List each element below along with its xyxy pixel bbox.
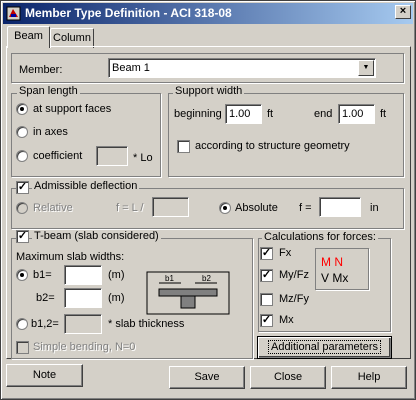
- mzfy-label: Mz/Fy: [279, 293, 309, 305]
- b12-label: b1,2=: [31, 318, 59, 330]
- close-window-button[interactable]: ×: [395, 5, 411, 19]
- member-select[interactable]: Beam 1 ▼: [108, 58, 376, 78]
- deflection-checkbox[interactable]: ✓: [16, 181, 29, 194]
- diagram-b1-label: b1: [165, 274, 174, 283]
- b1-input[interactable]: [64, 265, 102, 285]
- end-input[interactable]: 1.00: [338, 104, 375, 124]
- fx-label: Fx: [279, 247, 292, 259]
- radio-b1[interactable]: [16, 269, 28, 281]
- dialog-window: Member Type Definition - ACI 318-08 × Be…: [0, 0, 416, 400]
- radio-relative[interactable]: [16, 202, 28, 214]
- radio-b12[interactable]: [16, 318, 28, 330]
- member-select-value: Beam 1: [112, 62, 150, 74]
- simple-bending-label: Simple bending, N=0: [33, 341, 136, 353]
- end-label: end: [314, 108, 333, 120]
- tab-beam-label: Beam: [14, 30, 43, 42]
- b2-input[interactable]: [64, 288, 102, 308]
- tab-beam[interactable]: Beam: [7, 26, 50, 48]
- radio-at-support-faces[interactable]: [16, 103, 28, 115]
- additional-parameters-button[interactable]: Additional parameters: [257, 336, 392, 359]
- relative-input[interactable]: [152, 197, 189, 217]
- fx-checkbox[interactable]: ✓: [260, 247, 273, 260]
- relative-formula: f = L /: [116, 202, 144, 214]
- mzfy-checkbox[interactable]: [260, 293, 273, 306]
- label-absolute: Absolute: [235, 202, 278, 214]
- tbeam-checkbox[interactable]: ✓: [16, 230, 29, 243]
- tbeam-title: T-beam (slab considered): [32, 230, 161, 242]
- geometry-checkbox[interactable]: [177, 140, 190, 153]
- close-button[interactable]: Close: [250, 366, 326, 389]
- save-button[interactable]: Save: [169, 366, 245, 389]
- geometry-label: according to structure geometry: [195, 140, 350, 152]
- tbeam-section-diagram: b1 b2: [146, 271, 230, 315]
- forces-legend-black: V Mx: [321, 271, 349, 285]
- app-icon: [6, 6, 21, 21]
- b12-input[interactable]: [64, 314, 102, 334]
- diagram-b2-label: b2: [202, 274, 211, 283]
- end-unit: ft: [380, 108, 387, 120]
- beginning-input[interactable]: 1.00: [225, 104, 262, 124]
- myfz-checkbox[interactable]: ✓: [260, 269, 273, 282]
- span-length-title: Span length: [17, 85, 80, 97]
- label-relative: Relative: [33, 202, 73, 214]
- b2-label: b2=: [36, 292, 55, 304]
- b1-unit: (m): [108, 269, 125, 281]
- member-label: Member:: [19, 64, 63, 76]
- b2-unit: (m): [108, 292, 125, 304]
- radio-coefficient[interactable]: [16, 150, 28, 162]
- forces-legend-red: M N: [321, 255, 343, 269]
- b1-label: b1=: [33, 269, 52, 281]
- note-button[interactable]: Note: [6, 364, 83, 387]
- radio-absolute[interactable]: [219, 202, 231, 214]
- simple-bending-checkbox[interactable]: [16, 341, 29, 354]
- label-at-support-faces: at support faces: [33, 103, 112, 115]
- thickness-label: * slab thickness: [108, 318, 185, 330]
- forces-title: Calculations for forces:: [262, 231, 378, 243]
- myfz-label: My/Fz: [279, 269, 309, 281]
- absolute-f-label: f =: [299, 202, 312, 214]
- help-button[interactable]: Help: [331, 366, 407, 389]
- radio-in-axes[interactable]: [16, 126, 28, 138]
- coefficient-input[interactable]: [96, 146, 128, 166]
- tab-column-label: Column: [53, 32, 91, 44]
- mx-checkbox[interactable]: ✓: [260, 314, 273, 327]
- beginning-unit: ft: [267, 108, 274, 120]
- window-title: Member Type Definition - ACI 318-08: [25, 6, 232, 20]
- label-coefficient: coefficient: [33, 150, 83, 162]
- beginning-label: beginning: [174, 108, 222, 120]
- tab-column[interactable]: Column: [50, 28, 94, 48]
- mx-label: Mx: [279, 314, 294, 326]
- title-bar[interactable]: Member Type Definition - ACI 318-08 ×: [3, 3, 413, 24]
- chevron-down-icon[interactable]: ▼: [358, 60, 374, 76]
- slab-widths-label: Maximum slab widths:: [16, 251, 125, 263]
- support-width-title: Support width: [173, 85, 245, 97]
- deflection-unit: in: [370, 202, 379, 214]
- absolute-input[interactable]: [319, 197, 361, 217]
- coefficient-suffix: * Lo: [133, 152, 153, 164]
- additional-parameters-label: Additional parameters: [267, 340, 381, 354]
- deflection-title: Admissible deflection: [32, 180, 140, 192]
- label-in-axes: in axes: [33, 126, 68, 138]
